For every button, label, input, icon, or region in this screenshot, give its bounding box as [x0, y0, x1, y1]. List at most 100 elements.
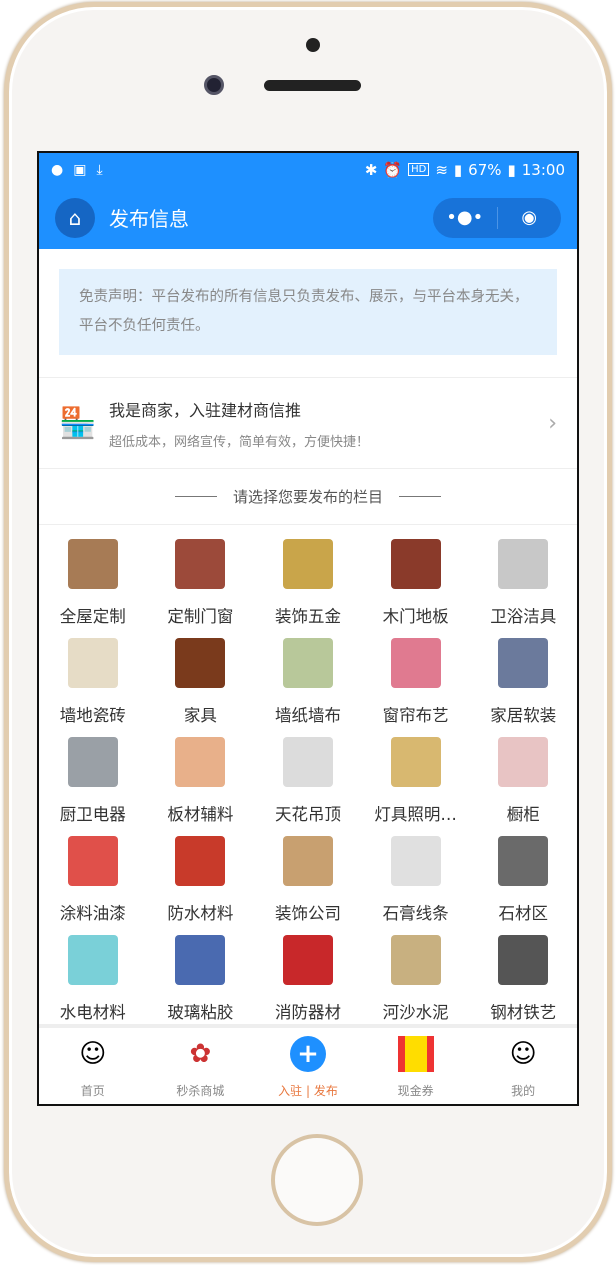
- tab-label: 我的: [511, 1084, 536, 1098]
- more-icon[interactable]: •●•: [433, 207, 497, 228]
- category-image: [282, 737, 333, 787]
- tab-item[interactable]: 现金券: [362, 1028, 470, 1104]
- tab-label: 入驻 | 发布: [278, 1084, 338, 1098]
- category-image: [67, 836, 118, 886]
- category-item[interactable]: 家居软装: [469, 634, 577, 733]
- download-icon: ⤓: [96, 161, 103, 178]
- status-bar: ● ▣ ⤓ ✱ ⏰ HD ≋ ▮ 67% ▮ 13:00: [39, 153, 577, 186]
- category-image: [282, 935, 333, 985]
- wifi-icon: ≋: [435, 160, 448, 179]
- category-image: [390, 935, 441, 985]
- category-image: [67, 638, 118, 688]
- home-button[interactable]: [271, 1134, 363, 1226]
- category-label: 厨卫电器: [59, 805, 126, 824]
- signal-icon: ▮: [453, 160, 463, 179]
- category-label: 家具: [183, 706, 217, 725]
- category-item[interactable]: 全屋定制: [39, 535, 147, 634]
- category-image: [390, 737, 441, 787]
- category-label: 河沙水泥: [382, 1003, 449, 1022]
- category-label: 窗帘布艺: [382, 706, 449, 725]
- category-item[interactable]: 墙纸墙布: [254, 634, 362, 733]
- image-icon: ▣: [73, 161, 87, 178]
- category-item[interactable]: 厨卫电器: [39, 733, 147, 832]
- category-label: 水电材料: [59, 1003, 126, 1022]
- category-item[interactable]: 河沙水泥: [362, 931, 470, 1030]
- category-item[interactable]: 家具: [147, 634, 255, 733]
- front-camera: [306, 38, 320, 52]
- tab-label: 秒杀商城: [176, 1084, 225, 1098]
- category-label: 定制门窗: [167, 607, 234, 626]
- category-item[interactable]: 涂料油漆: [39, 832, 147, 931]
- category-image: [67, 935, 118, 985]
- category-label: 卫浴洁具: [490, 607, 557, 626]
- category-grid: 全屋定制 定制门窗 装饰五金 木门地板 卫浴洁具墙地瓷砖 家具 墙纸墙布 窗帘布艺 家居软装厨卫…: [39, 525, 577, 1030]
- store-icon: 🏪: [59, 405, 97, 441]
- category-image: [282, 638, 333, 688]
- category-label: 家居软装: [490, 706, 557, 725]
- category-label: 天花吊顶: [274, 805, 341, 824]
- category-item[interactable]: 橱柜: [469, 733, 577, 832]
- category-label: 灯具照明…: [374, 805, 457, 824]
- category-item[interactable]: 石材区: [469, 832, 577, 931]
- category-image: [390, 638, 441, 688]
- category-image: [67, 539, 118, 589]
- category-label: 涂料油漆: [59, 904, 126, 923]
- category-image: [498, 836, 549, 886]
- category-image: [175, 638, 226, 688]
- nav-bar: ⌂ 发布信息 •●• ◉: [39, 186, 577, 249]
- category-item[interactable]: 防水材料: [147, 832, 255, 931]
- tab-item[interactable]: ☺ 首页: [39, 1028, 147, 1104]
- category-image: [67, 737, 118, 787]
- ghost-icon: ☺: [79, 1039, 107, 1069]
- page-title: 发布信息: [109, 207, 189, 231]
- category-image: [175, 836, 226, 886]
- category-image: [390, 836, 441, 886]
- category-item[interactable]: 水电材料: [39, 931, 147, 1030]
- category-item[interactable]: 木门地板: [362, 535, 470, 634]
- category-item[interactable]: 石膏线条: [362, 832, 470, 931]
- category-label: 木门地板: [382, 607, 449, 626]
- category-label: 石膏线条: [382, 904, 449, 923]
- section-header: 请选择您要发布的栏目: [39, 469, 577, 525]
- category-label: 全屋定制: [59, 607, 126, 626]
- category-image: [498, 539, 549, 589]
- category-item[interactable]: 装饰公司: [254, 832, 362, 931]
- category-item[interactable]: 天花吊顶: [254, 733, 362, 832]
- category-label: 墙地瓷砖: [59, 706, 126, 725]
- category-item[interactable]: 消防器材: [254, 931, 362, 1030]
- home-icon[interactable]: ⌂: [55, 197, 95, 238]
- close-target-icon[interactable]: ◉: [498, 207, 562, 228]
- category-item[interactable]: 灯具照明…: [362, 733, 470, 832]
- category-label: 石材区: [498, 904, 548, 923]
- category-item[interactable]: 定制门窗: [147, 535, 255, 634]
- capsule-menu: •●• ◉: [433, 197, 562, 238]
- category-item[interactable]: 墙地瓷砖: [39, 634, 147, 733]
- speaker: [264, 80, 361, 91]
- clock: 13:00: [521, 160, 565, 179]
- section-title: 请选择您要发布的栏目: [232, 488, 383, 506]
- category-item[interactable]: 卫浴洁具: [469, 535, 577, 634]
- category-item[interactable]: 玻璃粘胶: [147, 931, 255, 1030]
- category-image: [282, 539, 333, 589]
- category-image: [175, 935, 226, 985]
- mall-icon: ✿: [189, 1039, 212, 1069]
- merchant-join-row[interactable]: 🏪 我是商家，入驻建材商信推 超低成本，网络宣传，简单有效，方便快捷！ ›: [39, 377, 577, 469]
- category-label: 玻璃粘胶: [167, 1003, 234, 1022]
- tab-item[interactable]: ✿ 秒杀商城: [147, 1028, 255, 1104]
- tab-item[interactable]: ☺ 我的: [469, 1028, 577, 1104]
- category-item[interactable]: 装饰五金: [254, 535, 362, 634]
- plus-icon: +: [289, 1036, 326, 1072]
- merchant-subtitle: 超低成本，网络宣传，简单有效，方便快捷！: [109, 434, 370, 450]
- disclaimer: 免责声明：平台发布的所有信息只负责发布、展示，与平台本身无关，平台不负任何责任。: [59, 269, 557, 355]
- tab-label: 首页: [80, 1084, 105, 1098]
- category-label: 橱柜: [506, 805, 540, 824]
- tab-item[interactable]: + 入驻 | 发布: [254, 1028, 362, 1104]
- category-image: [498, 935, 549, 985]
- category-item[interactable]: 板材辅料: [147, 733, 255, 832]
- category-item[interactable]: 窗帘布艺: [362, 634, 470, 733]
- category-label: 钢材铁艺: [490, 1003, 557, 1022]
- category-label: 装饰五金: [274, 607, 341, 626]
- category-label: 装饰公司: [274, 904, 341, 923]
- category-item[interactable]: 钢材铁艺: [469, 931, 577, 1030]
- category-image: [498, 638, 549, 688]
